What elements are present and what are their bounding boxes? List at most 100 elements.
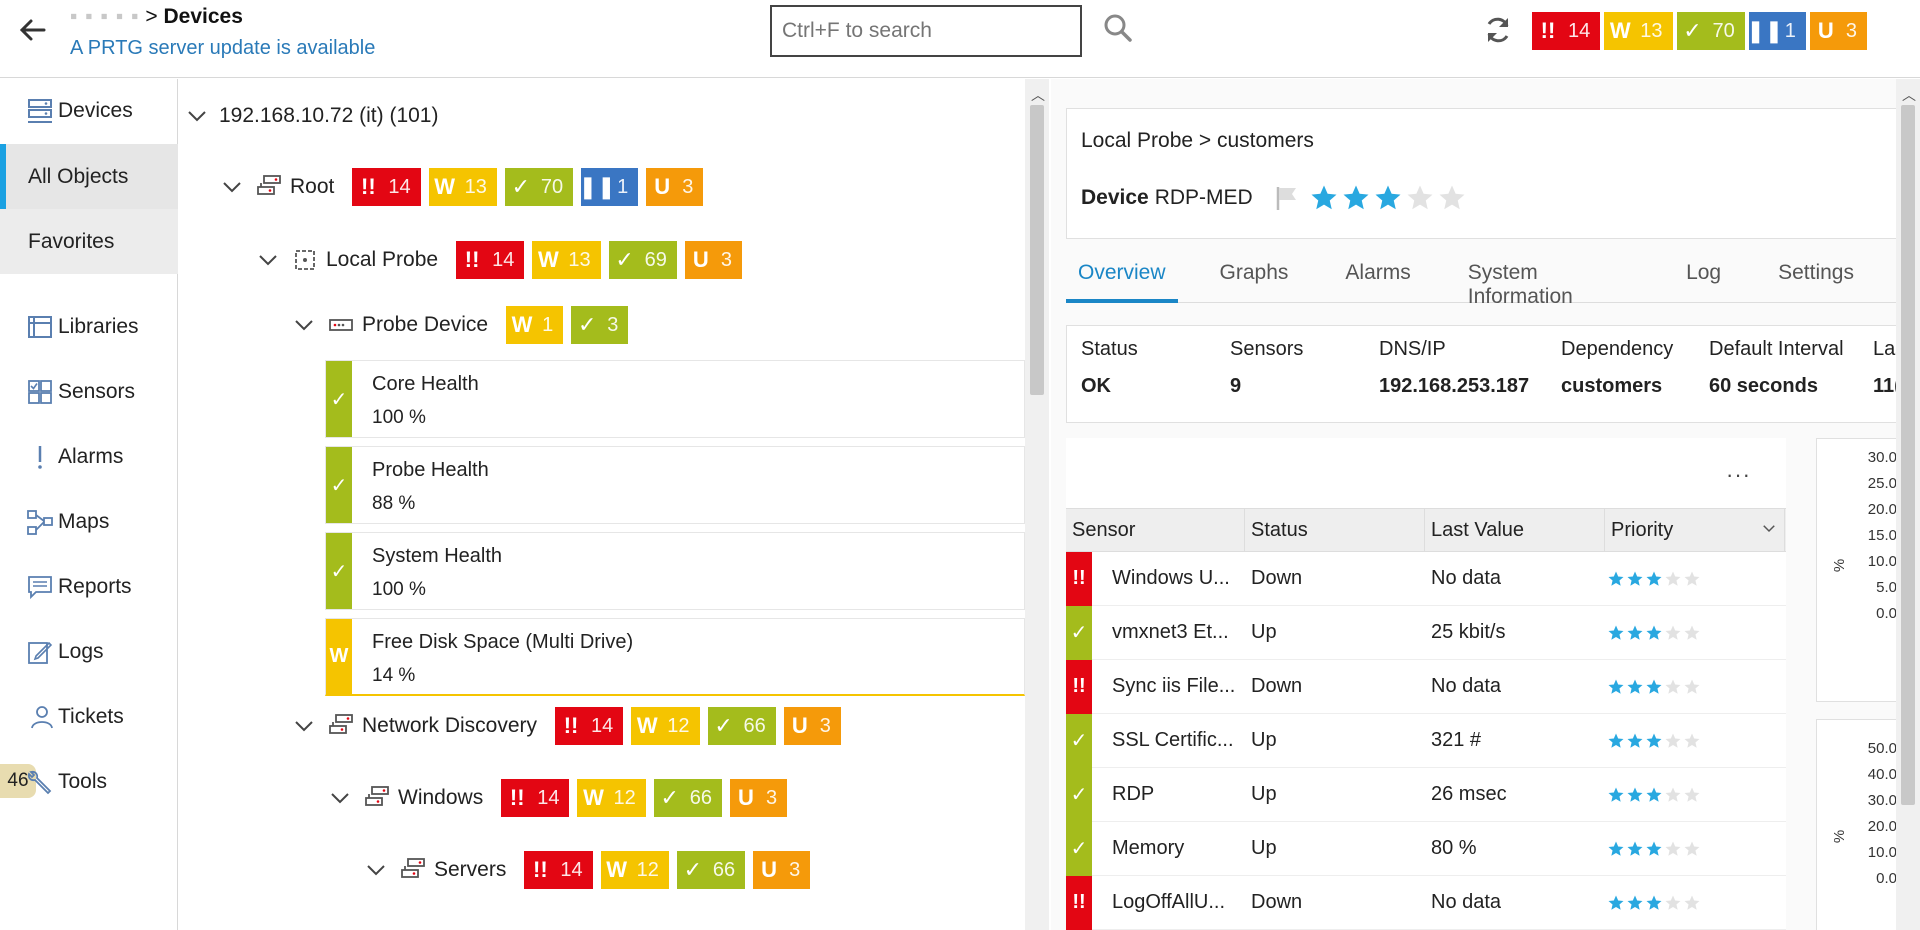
priority-cell[interactable] <box>1605 570 1785 588</box>
star-filled-icon[interactable] <box>1645 786 1663 804</box>
nav-tickets[interactable]: Tickets <box>0 691 178 743</box>
tree-server-label[interactable]: 192.168.10.72 (it) (101) <box>219 104 438 128</box>
star-filled-icon[interactable] <box>1645 624 1663 642</box>
star-empty-icon[interactable] <box>1664 624 1682 642</box>
tab-log[interactable]: Log <box>1686 249 1721 303</box>
table-row[interactable]: ✓ RDP Up 26 msec <box>1066 767 1786 822</box>
graph-card[interactable]: % 30.0 25.0 20.0 15.0 10.0 5.0 0.0 <box>1816 438 1896 702</box>
down-count-badge[interactable]: !! 14 <box>524 851 593 889</box>
update-available-link[interactable]: A PRTG server update is available <box>70 37 375 60</box>
tab-system-information[interactable]: System Information <box>1468 249 1629 308</box>
up-count-badge[interactable]: ✓ 70 <box>1676 12 1745 50</box>
star-filled-icon[interactable] <box>1607 732 1625 750</box>
star-empty-icon[interactable] <box>1683 894 1701 912</box>
star-filled-icon[interactable] <box>1645 894 1663 912</box>
tree-servers-label[interactable]: Servers <box>434 858 506 882</box>
chevron-down-icon[interactable] <box>292 714 316 738</box>
detail-scrollbar[interactable]: ︿ <box>1896 79 1920 930</box>
star-empty-icon[interactable] <box>1664 732 1682 750</box>
sensor-card[interactable]: ✓ Probe Health 88 % <box>325 446 1025 524</box>
sensor-card[interactable]: W Free Disk Space (Multi Drive) 14 % <box>325 618 1025 696</box>
unusual-count-badge[interactable]: U3 <box>783 707 841 745</box>
warning-count-badge[interactable]: W 13 <box>1604 12 1673 50</box>
up-count-badge[interactable]: ✓ 66 <box>707 707 776 745</box>
column-header-last-value[interactable]: Last Value <box>1425 509 1605 551</box>
nav-libraries[interactable]: Libraries <box>0 301 178 353</box>
scrollbar-thumb[interactable] <box>1030 105 1044 395</box>
info-dependency-value[interactable]: customers <box>1561 375 1673 398</box>
more-options-button[interactable]: ··· <box>1726 462 1751 488</box>
warning-count-badge[interactable]: W 13 <box>428 168 497 206</box>
nav-tools[interactable]: Tools <box>0 756 178 808</box>
down-count-badge[interactable]: !! 14 <box>501 779 570 817</box>
priority-stars[interactable] <box>1607 624 1785 642</box>
priority-cell[interactable] <box>1605 894 1785 912</box>
star-empty-icon[interactable] <box>1664 678 1682 696</box>
star-empty-icon[interactable] <box>1664 786 1682 804</box>
chevron-down-icon[interactable] <box>292 313 316 337</box>
priority-stars[interactable] <box>1607 732 1785 750</box>
tab-graphs[interactable]: Graphs <box>1220 249 1289 303</box>
up-count-badge[interactable]: ✓ 70 <box>504 168 574 206</box>
sensor-name-cell[interactable]: vmxnet3 Et... <box>1092 621 1245 644</box>
star-filled-icon[interactable] <box>1626 732 1644 750</box>
chevron-down-icon[interactable] <box>364 858 388 882</box>
table-row[interactable]: !! Windows U... Down No data <box>1066 551 1786 606</box>
breadcrumb-hidden-part[interactable]: ▪ ▪ ▪ ▪ ▪ <box>70 5 140 28</box>
star-filled-icon[interactable] <box>1341 183 1371 213</box>
tree-scrollbar[interactable]: ︿ <box>1025 79 1049 930</box>
star-empty-icon[interactable] <box>1437 183 1467 213</box>
star-filled-icon[interactable] <box>1626 840 1644 858</box>
up-count-badge[interactable]: ✓ 66 <box>676 851 746 889</box>
star-empty-icon[interactable] <box>1664 570 1682 588</box>
nav-all-objects[interactable]: All Objects <box>0 144 178 209</box>
priority-stars[interactable] <box>1607 840 1785 858</box>
star-filled-icon[interactable] <box>1645 732 1663 750</box>
sensor-name-cell[interactable]: RDP <box>1092 783 1245 806</box>
device-path[interactable]: Local Probe > customers <box>1081 129 1314 153</box>
star-empty-icon[interactable] <box>1683 624 1701 642</box>
star-filled-icon[interactable] <box>1373 183 1403 213</box>
star-filled-icon[interactable] <box>1626 786 1644 804</box>
star-filled-icon[interactable] <box>1607 894 1625 912</box>
sensor-name-cell[interactable]: SSL Certific... <box>1092 729 1245 752</box>
nav-favorites[interactable]: Favorites <box>0 209 178 274</box>
unusual-count-badge[interactable]: U3 <box>753 851 811 889</box>
warning-count-badge[interactable]: W 12 <box>577 779 646 817</box>
tree-local-probe-label[interactable]: Local Probe <box>326 248 438 272</box>
up-count-badge[interactable]: ✓ 69 <box>608 241 677 279</box>
unusual-count-badge[interactable]: U3 <box>729 779 788 817</box>
star-empty-icon[interactable] <box>1405 183 1435 213</box>
sensor-name-cell[interactable]: Memory <box>1092 837 1245 860</box>
back-arrow-icon[interactable] <box>14 12 50 48</box>
unusual-count-badge[interactable]: U3 <box>1809 12 1867 50</box>
sensor-name-cell[interactable]: LogOffAllU... <box>1092 891 1245 914</box>
unusual-count-badge[interactable]: U3 <box>684 241 742 279</box>
tree-windows-label[interactable]: Windows <box>398 786 483 810</box>
warning-count-badge[interactable]: W 12 <box>631 707 700 745</box>
priority-stars[interactable] <box>1309 183 1467 213</box>
search-input[interactable] <box>770 5 1082 57</box>
tab-overview[interactable]: Overview <box>1066 249 1178 303</box>
down-count-badge[interactable]: !! 14 <box>456 241 525 279</box>
nav-logs[interactable]: Logs <box>0 626 178 678</box>
star-empty-icon[interactable] <box>1664 894 1682 912</box>
scrollbar-thumb[interactable] <box>1901 105 1915 805</box>
up-count-badge[interactable]: ✓ 66 <box>653 779 722 817</box>
paused-count-badge[interactable]: ❚❚ 1 <box>579 168 639 206</box>
unusual-count-badge[interactable]: U3 <box>646 168 704 206</box>
star-filled-icon[interactable] <box>1626 678 1644 696</box>
scroll-up-arrow-icon[interactable]: ︿ <box>1031 85 1045 105</box>
star-filled-icon[interactable] <box>1645 570 1663 588</box>
star-filled-icon[interactable] <box>1645 840 1663 858</box>
warning-count-badge[interactable]: W 12 <box>600 851 669 889</box>
star-empty-icon[interactable] <box>1664 840 1682 858</box>
star-filled-icon[interactable] <box>1626 894 1644 912</box>
star-filled-icon[interactable] <box>1607 678 1625 696</box>
paused-count-badge[interactable]: ❚❚ 1 <box>1746 12 1806 50</box>
priority-cell[interactable] <box>1605 840 1785 858</box>
star-filled-icon[interactable] <box>1309 183 1339 213</box>
nav-maps[interactable]: Maps <box>0 496 178 548</box>
star-filled-icon[interactable] <box>1607 786 1625 804</box>
down-count-badge[interactable]: !! 14 <box>1532 12 1601 50</box>
